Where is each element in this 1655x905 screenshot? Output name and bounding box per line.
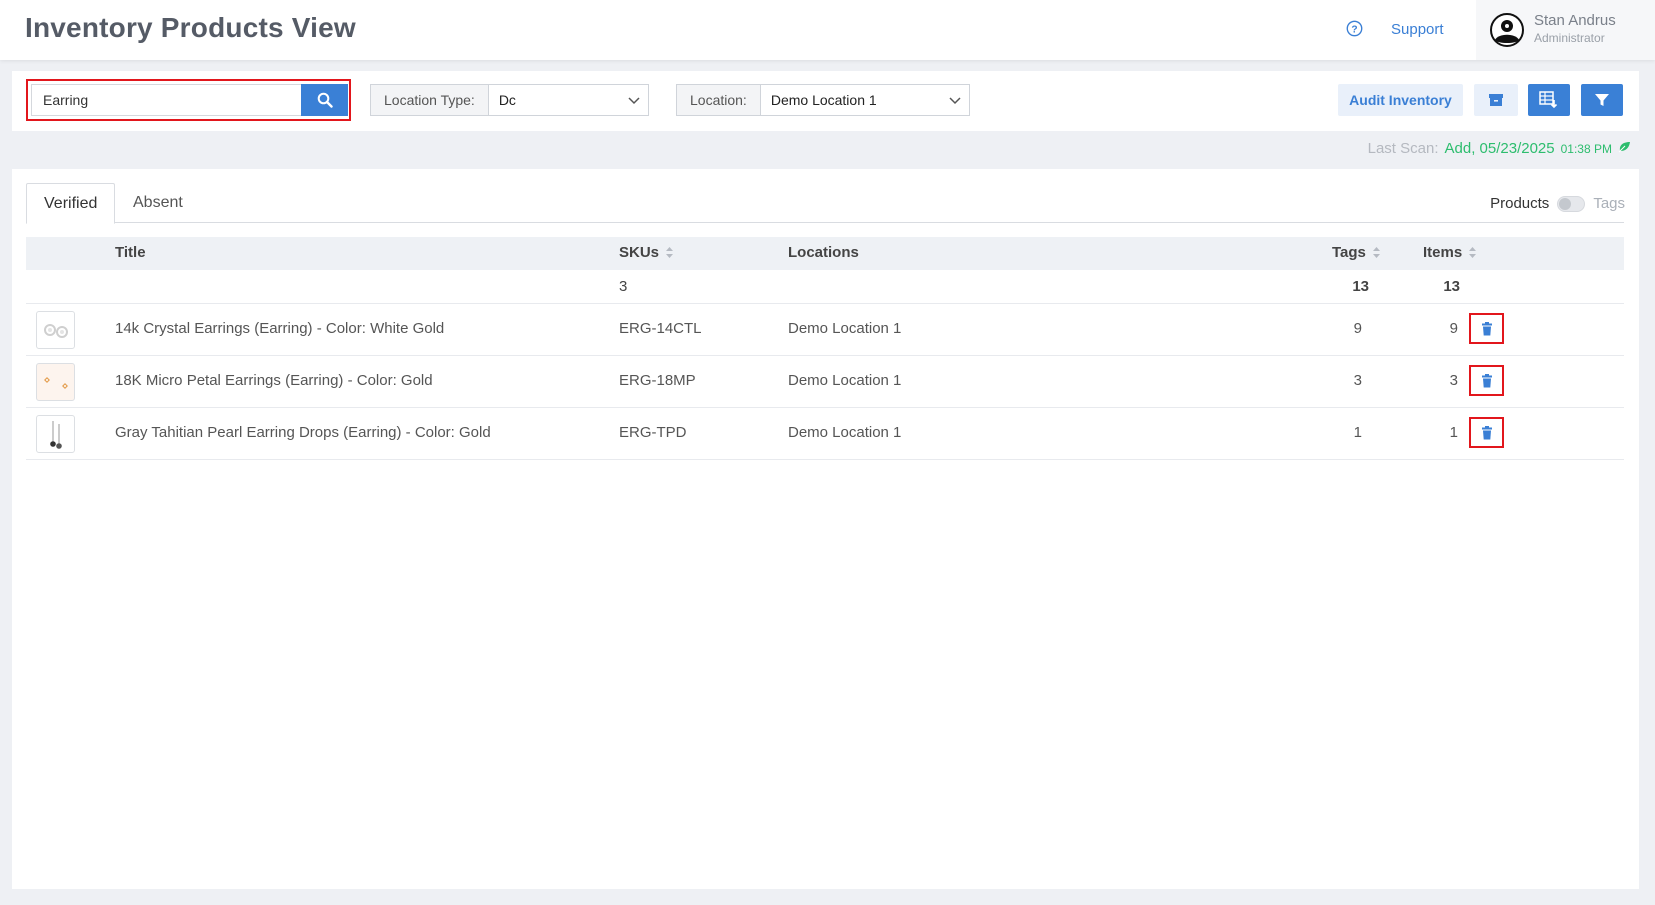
location-type-select[interactable]: Location Type: Dc <box>370 84 649 116</box>
delete-button[interactable] <box>1469 417 1504 448</box>
row-tags: 1 <box>1353 424 1362 441</box>
search-button[interactable] <box>301 84 348 116</box>
col-tags[interactable]: Tags <box>1332 244 1381 261</box>
filter-toolbar: Location Type: Dc Location: Demo Locatio… <box>12 71 1639 131</box>
sort-icon <box>666 247 674 258</box>
help-icon[interactable]: ? <box>1346 20 1363 37</box>
last-scan-info: Last Scan: Add, 05/23/2025 01:38 PM <box>1368 140 1631 157</box>
main-content: Verified Absent Products Tags Title SKUs… <box>12 169 1639 889</box>
table-header: Title SKUs Locations Tags Items <box>26 237 1624 270</box>
search-input[interactable] <box>31 84 301 116</box>
user-name: Stan Andrus <box>1534 12 1616 29</box>
row-tags: 9 <box>1353 320 1362 337</box>
export-excel-button[interactable] <box>1528 84 1570 116</box>
col-locations: Locations <box>788 244 859 261</box>
leaf-icon <box>1618 142 1630 153</box>
row-items: 3 <box>1449 372 1458 389</box>
total-tags: 13 <box>1352 278 1369 295</box>
search-icon <box>317 92 333 108</box>
col-title-label: Title <box>115 244 146 261</box>
row-location: Demo Location 1 <box>788 424 902 441</box>
delete-button[interactable] <box>1469 365 1504 396</box>
last-scan-value: Add, 05/23/2025 <box>1444 140 1555 157</box>
audit-inventory-button[interactable]: Audit Inventory <box>1338 84 1463 116</box>
switch-knob <box>1559 197 1572 210</box>
row-title: Gray Tahitian Pearl Earring Drops (Earri… <box>115 424 491 441</box>
product-thumbnail <box>36 415 75 453</box>
product-thumbnail <box>36 311 75 349</box>
location-type-value[interactable]: Dc <box>489 85 648 115</box>
last-scan-time: 01:38 PM <box>1560 142 1612 156</box>
table-row: Gray Tahitian Pearl Earring Drops (Earri… <box>26 408 1624 460</box>
location-label: Location: <box>677 85 761 115</box>
sort-icon <box>1372 247 1380 258</box>
avatar-icon <box>1490 13 1524 47</box>
page-title: Inventory Products View <box>25 12 356 43</box>
row-items: 9 <box>1449 320 1458 337</box>
sort-icon <box>1469 247 1477 258</box>
chevron-down-icon <box>949 97 961 105</box>
archive-icon <box>1489 94 1503 106</box>
col-tags-label: Tags <box>1332 244 1366 261</box>
filter-icon <box>1595 94 1609 106</box>
col-items[interactable]: Items <box>1423 244 1477 261</box>
search-group <box>26 79 351 121</box>
archive-button[interactable] <box>1474 84 1518 116</box>
support-link[interactable]: Support <box>1391 21 1444 38</box>
total-items: 13 <box>1443 278 1460 295</box>
trash-icon <box>1481 425 1492 439</box>
filter-button[interactable] <box>1581 84 1623 116</box>
view-toggle: Products Tags <box>1490 195 1625 212</box>
product-thumbnail <box>36 363 75 401</box>
products-tags-switch[interactable] <box>1557 195 1586 212</box>
location-type-label: Location Type: <box>371 85 489 115</box>
earring-image-icon <box>44 377 68 389</box>
toggle-products-label: Products <box>1490 195 1550 212</box>
trash-icon <box>1481 373 1492 387</box>
earring-image-icon <box>50 421 62 449</box>
tab-bar: Verified Absent <box>26 183 1624 224</box>
row-tags: 3 <box>1353 372 1362 389</box>
products-table: Title SKUs Locations Tags Items 3 13 13 <box>26 237 1624 460</box>
row-title: 18K Micro Petal Earrings (Earring) - Col… <box>115 372 433 389</box>
app-header: Inventory Products View ? Support Stan A… <box>0 0 1655 60</box>
trash-icon <box>1481 321 1492 335</box>
location-selected: Demo Location 1 <box>770 92 877 108</box>
location-select[interactable]: Location: Demo Location 1 <box>676 84 970 116</box>
tab-verified[interactable]: Verified <box>26 183 116 224</box>
col-title: Title <box>115 244 146 261</box>
earring-image-icon <box>44 324 68 338</box>
chevron-down-icon <box>628 97 640 105</box>
col-skus[interactable]: SKUs <box>619 244 674 261</box>
row-sku: ERG-14CTL <box>619 320 702 337</box>
row-location: Demo Location 1 <box>788 372 902 389</box>
location-value[interactable]: Demo Location 1 <box>761 85 969 115</box>
row-location: Demo Location 1 <box>788 320 902 337</box>
user-menu[interactable]: Stan Andrus Administrator <box>1476 0 1655 60</box>
table-row: 18K Micro Petal Earrings (Earring) - Col… <box>26 356 1624 408</box>
row-title: 14k Crystal Earrings (Earring) - Color: … <box>115 320 445 337</box>
svg-text:?: ? <box>1351 24 1357 35</box>
row-sku: ERG-18MP <box>619 372 696 389</box>
totals-row: 3 13 13 <box>26 270 1624 304</box>
excel-export-icon <box>1539 91 1558 109</box>
user-role: Administrator <box>1534 31 1605 45</box>
tab-absent[interactable]: Absent <box>116 183 200 223</box>
total-skus: 3 <box>619 278 628 295</box>
col-locations-label: Locations <box>788 244 859 261</box>
last-scan-label: Last Scan: <box>1367 140 1439 157</box>
col-skus-label: SKUs <box>619 244 660 261</box>
row-items: 1 <box>1449 424 1458 441</box>
delete-button[interactable] <box>1469 313 1504 344</box>
col-items-label: Items <box>1423 244 1463 261</box>
table-row: 14k Crystal Earrings (Earring) - Color: … <box>26 304 1624 356</box>
location-type-selected: Dc <box>498 92 516 108</box>
toggle-tags-label: Tags <box>1593 195 1625 212</box>
row-sku: ERG-TPD <box>619 424 687 441</box>
